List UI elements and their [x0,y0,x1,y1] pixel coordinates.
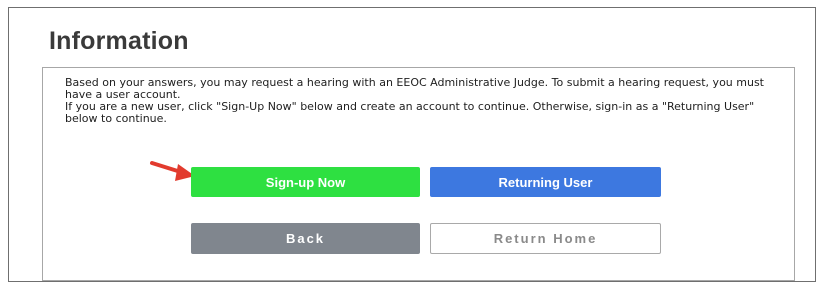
back-label: Back [285,231,326,246]
information-text: Based on your answers, you may request a… [65,77,785,125]
returning-user-button[interactable]: Returning User [430,167,661,197]
returning-user-label: Returning User [498,174,593,190]
paragraph-hearing-request: Based on your answers, you may request a… [65,76,764,101]
back-button[interactable]: Back [191,223,420,254]
information-panel: Based on your answers, you may request a… [42,67,795,281]
return-home-button[interactable]: Return Home [430,223,661,254]
return-home-label: Return Home [493,231,598,246]
page-title: Information [49,27,189,55]
sign-up-now-button[interactable]: Sign-up Now [191,167,420,197]
sign-up-now-label: Sign-up Now [265,174,346,190]
paragraph-instructions: If you are a new user, click "Sign-Up No… [65,100,755,125]
page-frame: Information Based on your answers, you m… [8,7,816,282]
